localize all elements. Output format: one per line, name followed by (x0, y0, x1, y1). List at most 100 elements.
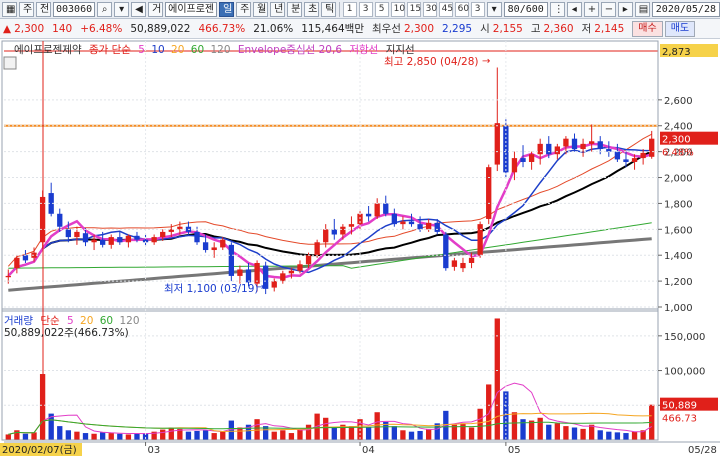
candle-body (280, 273, 286, 282)
volume-tick-label: 150,000 (664, 332, 705, 343)
volume-bar (31, 432, 37, 440)
period-month-button[interactable]: 월 (253, 1, 269, 17)
candle-body (202, 242, 209, 251)
period-year-button[interactable]: 년 (270, 1, 286, 17)
price-tick-label: 1,800 (664, 199, 693, 210)
candle-body (494, 123, 500, 165)
stock-chart[interactable]: →→ 2,6002,4002,2002,0001,8001,6001,4001,… (0, 39, 720, 456)
candle-body (417, 224, 423, 230)
date-field[interactable]: 2020/05/28 (651, 1, 720, 17)
volume-bar (580, 428, 586, 440)
volume-bar (486, 384, 492, 440)
candle-body (160, 231, 166, 238)
interval-select[interactable]: 3 (470, 1, 485, 17)
candle-body (108, 237, 114, 245)
candle-body (82, 233, 89, 243)
price-tick-label: 1,000 (664, 303, 693, 314)
sell-button[interactable]: 매도 (664, 20, 696, 37)
period-second-button[interactable]: 초 (304, 1, 320, 17)
interval-30-button[interactable]: 30 (422, 1, 437, 17)
candle-body (374, 203, 380, 217)
candle-body (460, 262, 466, 269)
price-tick-label: 1,600 (664, 225, 693, 236)
volume-bar (417, 430, 423, 440)
interval-60-button[interactable]: 60 (454, 1, 469, 17)
view-options-icon[interactable]: ⋮ (549, 1, 565, 17)
toolbar-divider (339, 1, 340, 17)
high-arrow-icon: → (482, 56, 490, 67)
price-tick-label: 2,600 (664, 96, 693, 107)
interval-3-button[interactable]: 3 (358, 1, 373, 17)
price-tick-label: 2,400 (664, 122, 693, 133)
low-annotation: 최저 1,100 (03/19) (164, 283, 259, 295)
volume-bar (563, 426, 569, 440)
market-select-button[interactable]: 전 (36, 1, 51, 17)
volume-bar (237, 427, 243, 440)
period-week-button[interactable]: 주 (236, 1, 252, 17)
volume-bar (288, 433, 295, 440)
trade-amount: 115,464백만 (301, 23, 364, 35)
candle-body (151, 237, 157, 243)
volume-bar (271, 431, 277, 440)
high-price: 2,360 (543, 22, 574, 35)
stock-name-field[interactable]: 에이프로젠 (165, 1, 218, 17)
price-tick-label: 2,000 (664, 174, 693, 185)
zoom-in-icon[interactable]: + (583, 1, 599, 17)
volume-value: 50,889,022 (130, 22, 191, 35)
price-legend: 에이프로젠제약 종가 단순 5 10 20 60 120 Envelope중심선… (14, 42, 419, 57)
candle-body (486, 167, 492, 219)
start-date-label: 2020/02/07(금) (2, 444, 77, 456)
period-tab-button[interactable]: 주 (19, 1, 34, 17)
bar-count-field[interactable]: 80/600 (503, 1, 548, 17)
volume-bar (108, 433, 114, 440)
volume-bar (323, 417, 329, 440)
stock-code-input[interactable]: 003060 (53, 1, 96, 17)
price-down-arrow-icon: ▲ (3, 22, 12, 35)
volume-bar (297, 428, 303, 440)
buy-button[interactable]: 매수 (632, 20, 663, 37)
candle-body (631, 158, 638, 162)
scroll-right-icon[interactable]: ▸ (617, 1, 633, 17)
volume-bar (65, 430, 72, 440)
candle-body (468, 257, 475, 263)
ma20-label: 20 (171, 44, 185, 56)
dropdown-icon[interactable]: ▾ (114, 1, 130, 17)
chart-type-button[interactable]: ▦ (2, 1, 17, 17)
interval-5-button[interactable]: 5 (374, 1, 389, 17)
period-minute-button[interactable]: 분 (287, 1, 303, 17)
period-day-button[interactable]: 일 (219, 1, 235, 17)
period-tick-button[interactable]: 틱 (321, 1, 337, 17)
speaker-icon[interactable]: ◀ (131, 1, 147, 17)
month-label: 03 (148, 445, 161, 456)
volume-bar (22, 433, 29, 440)
interval-15-button[interactable]: 15 (406, 1, 421, 17)
month-label: 05 (508, 445, 521, 456)
zoom-out-icon[interactable]: − (600, 1, 616, 17)
interval-dropdown-icon[interactable]: ▾ (486, 1, 502, 17)
end-date-label: 05/28 (688, 445, 717, 456)
calendar-icon[interactable]: ▤ (634, 1, 650, 17)
candle-body (99, 239, 106, 245)
toolbar: ▦ 주 전 003060 ⌕ ▾ ◀ 거 에이프로젠 일 주 월 년 분 초 틱… (0, 0, 720, 19)
volume-bar (331, 427, 337, 440)
name-toggle-button[interactable]: 거 (148, 1, 164, 17)
volume-tick-label: 100,000 (664, 367, 705, 378)
candle-body (14, 257, 20, 269)
candle-body (640, 152, 646, 159)
search-icon[interactable]: ⌕ (97, 1, 113, 17)
volume-bar (211, 433, 217, 440)
panel-menu-icon (3, 56, 17, 70)
candle-body (400, 221, 406, 225)
scroll-left-icon[interactable]: ◂ (566, 1, 582, 17)
volume-bar (365, 427, 372, 440)
interval-1-button[interactable]: 1 (342, 1, 357, 17)
interval-45-button[interactable]: 45 (438, 1, 453, 17)
candle-body (211, 247, 217, 251)
volume-bar (546, 424, 552, 440)
volume-bar (528, 420, 535, 440)
candle-body (451, 260, 458, 267)
candle-body (288, 270, 295, 274)
candle-body (134, 235, 140, 240)
interval-10-button[interactable]: 10 (390, 1, 405, 17)
candle-body (597, 141, 603, 150)
